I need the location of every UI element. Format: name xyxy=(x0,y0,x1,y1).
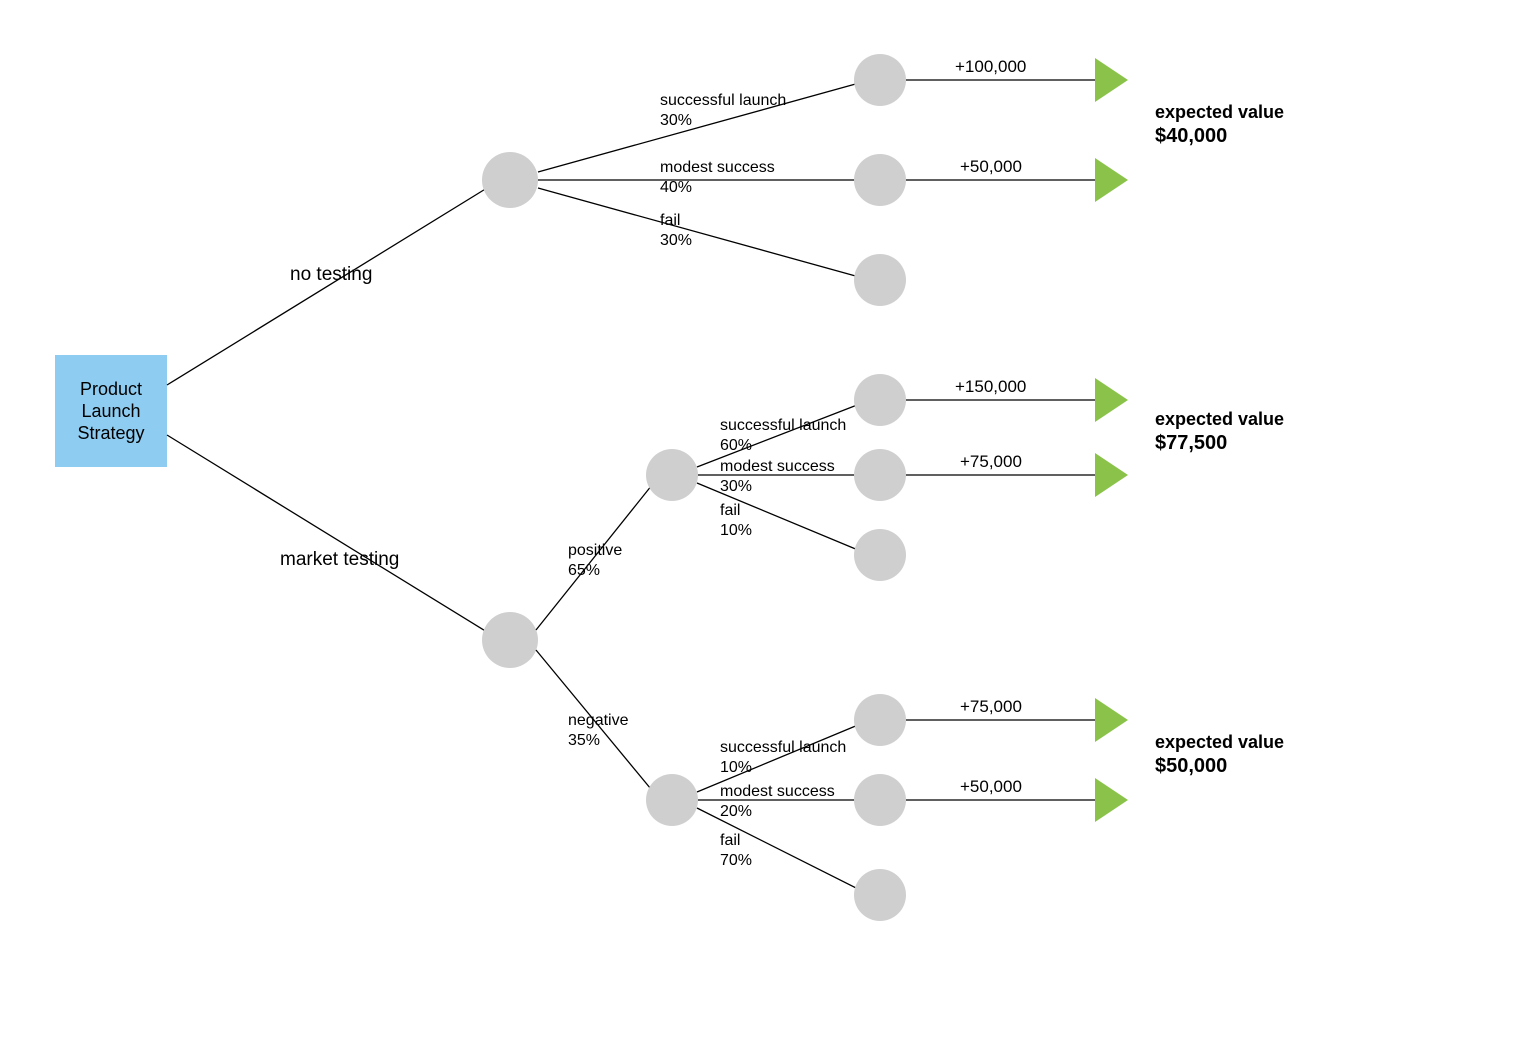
payoff-triangle-icon xyxy=(1095,58,1128,102)
svg-text:fail: fail xyxy=(720,832,740,849)
terminal-neg-modest xyxy=(854,774,906,826)
svg-text:$77,500: $77,500 xyxy=(1155,432,1227,454)
pos-fail-label: fail xyxy=(720,502,740,519)
payoff-triangle-icon xyxy=(1095,453,1128,497)
svg-text:modest success: modest success xyxy=(660,159,775,176)
nt-success-label: successful launch xyxy=(660,92,786,109)
svg-text:fail: fail xyxy=(720,502,740,519)
terminal-pos-success xyxy=(854,374,906,426)
neg-success-label: successful launch xyxy=(720,739,846,756)
positive-pct: 65% xyxy=(568,562,600,579)
root-label-line3: Strategy xyxy=(77,423,144,443)
positive-label: positive xyxy=(568,542,622,559)
ev-label-nt: expected value xyxy=(1155,102,1284,122)
svg-text:40%: 40% xyxy=(660,179,692,196)
svg-text:expected value: expected value xyxy=(1155,732,1284,752)
pos-modest-pct: 30% xyxy=(720,478,752,495)
svg-text:$40,000: $40,000 xyxy=(1155,125,1227,147)
ev-value-nt: $40,000 xyxy=(1155,125,1227,147)
svg-text:expected value: expected value xyxy=(1155,409,1284,429)
terminal-nt-success xyxy=(854,54,906,106)
pos-modest-value: +75,000 xyxy=(960,452,1022,471)
terminal-pos-modest xyxy=(854,449,906,501)
pos-fail-pct: 10% xyxy=(720,522,752,539)
chance-node-negative xyxy=(646,774,698,826)
svg-text:20%: 20% xyxy=(720,803,752,820)
branch-no-testing: no testing xyxy=(290,264,372,285)
svg-text:modest success: modest success xyxy=(720,458,835,475)
ev-label-neg: expected value xyxy=(1155,732,1284,752)
svg-text:fail: fail xyxy=(660,212,680,229)
decision-tree-diagram: Product Launch Strategy no testing marke… xyxy=(0,0,1536,1043)
svg-text:+100,000: +100,000 xyxy=(955,57,1026,76)
nt-fail-label: fail xyxy=(660,212,680,229)
svg-text:+50,000: +50,000 xyxy=(960,157,1022,176)
payoff-triangle-icon xyxy=(1095,778,1128,822)
svg-text:30%: 30% xyxy=(720,478,752,495)
svg-text:30%: 30% xyxy=(660,232,692,249)
terminal-neg-fail xyxy=(854,869,906,921)
nt-success-pct: 30% xyxy=(660,112,692,129)
terminal-pos-fail xyxy=(854,529,906,581)
nt-modest-value: +50,000 xyxy=(960,157,1022,176)
neg-success-pct: 10% xyxy=(720,759,752,776)
nt-modest-label: modest success xyxy=(660,159,775,176)
svg-text:Launch: Launch xyxy=(81,401,140,421)
nt-fail-pct: 30% xyxy=(660,232,692,249)
svg-text:+75,000: +75,000 xyxy=(960,697,1022,716)
ev-value-pos: $77,500 xyxy=(1155,432,1227,454)
pos-success-pct: 60% xyxy=(720,437,752,454)
pos-success-value: +150,000 xyxy=(955,377,1026,396)
svg-text:Strategy: Strategy xyxy=(77,423,144,443)
svg-text:successful launch: successful launch xyxy=(660,92,786,109)
payoff-triangle-icon xyxy=(1095,378,1128,422)
root-label-line2: Launch xyxy=(81,401,140,421)
neg-modest-pct: 20% xyxy=(720,803,752,820)
branch-market-testing: market testing xyxy=(280,549,399,570)
pos-success-label: successful launch xyxy=(720,417,846,434)
payoff-triangle-icon xyxy=(1095,698,1128,742)
svg-text:market testing: market testing xyxy=(280,549,399,570)
svg-text:expected value: expected value xyxy=(1155,102,1284,122)
ev-label-pos: expected value xyxy=(1155,409,1284,429)
neg-fail-pct: 70% xyxy=(720,852,752,869)
svg-text:successful launch: successful launch xyxy=(720,739,846,756)
terminal-neg-success xyxy=(854,694,906,746)
negative-pct: 35% xyxy=(568,732,600,749)
chance-node-market-testing xyxy=(482,612,538,668)
neg-fail-label: fail xyxy=(720,832,740,849)
svg-text:negative: negative xyxy=(568,712,629,729)
svg-text:65%: 65% xyxy=(568,562,600,579)
svg-text:$50,000: $50,000 xyxy=(1155,755,1227,777)
svg-text:+50,000: +50,000 xyxy=(960,777,1022,796)
negative-label: negative xyxy=(568,712,629,729)
svg-text:30%: 30% xyxy=(660,112,692,129)
chance-node-positive xyxy=(646,449,698,501)
neg-modest-value: +50,000 xyxy=(960,777,1022,796)
nt-success-value: +100,000 xyxy=(955,57,1026,76)
terminal-nt-fail xyxy=(854,254,906,306)
neg-modest-label: modest success xyxy=(720,783,835,800)
svg-text:10%: 10% xyxy=(720,522,752,539)
nt-modest-pct: 40% xyxy=(660,179,692,196)
chance-node-no-testing xyxy=(482,152,538,208)
svg-text:Product: Product xyxy=(80,379,142,399)
neg-success-value: +75,000 xyxy=(960,697,1022,716)
svg-text:10%: 10% xyxy=(720,759,752,776)
svg-text:+75,000: +75,000 xyxy=(960,452,1022,471)
svg-text:modest success: modest success xyxy=(720,783,835,800)
svg-text:no testing: no testing xyxy=(290,264,372,285)
svg-text:positive: positive xyxy=(568,542,622,559)
payoff-triangle-icon xyxy=(1095,158,1128,202)
pos-modest-label: modest success xyxy=(720,458,835,475)
terminal-nt-modest xyxy=(854,154,906,206)
svg-text:70%: 70% xyxy=(720,852,752,869)
svg-text:35%: 35% xyxy=(568,732,600,749)
svg-text:60%: 60% xyxy=(720,437,752,454)
ev-value-neg: $50,000 xyxy=(1155,755,1227,777)
root-label-line1: Product xyxy=(80,379,142,399)
svg-text:+150,000: +150,000 xyxy=(955,377,1026,396)
svg-text:successful launch: successful launch xyxy=(720,417,846,434)
